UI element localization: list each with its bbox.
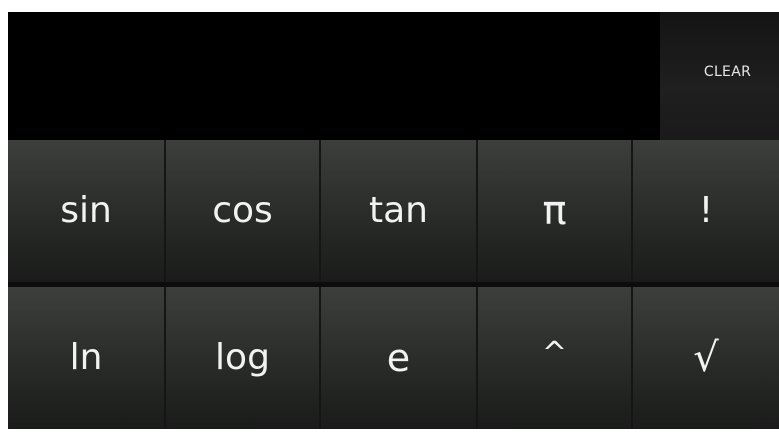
power-key[interactable]: ^ [478,287,633,429]
e-key[interactable]: e [321,287,478,429]
ln-key[interactable]: ln [8,287,166,429]
display-area: CLEAR [8,12,779,140]
sin-key-label: sin [60,190,112,231]
e-key-label: e [386,336,411,380]
square-root-key-label: √ [693,335,719,381]
clear-button[interactable]: CLEAR [660,12,779,140]
log-key[interactable]: log [166,287,321,429]
pi-key-label: π [542,188,567,234]
tan-key[interactable]: tan [321,140,478,282]
power-key-label: ^ [541,336,568,371]
pi-key[interactable]: π [478,140,633,282]
square-root-key[interactable]: √ [633,287,779,429]
keypad-row-1: sin cos tan π ! [8,140,779,282]
keypad-row-2: ln log e ^ √ [8,287,779,429]
ln-key-label: ln [69,337,103,378]
clear-button-label: CLEAR [703,64,752,80]
cos-key-label: cos [212,190,273,231]
factorial-key-label: ! [698,190,714,231]
factorial-key[interactable]: ! [633,140,779,282]
function-keypad: sin cos tan π ! ln log e ^ √ [8,140,779,429]
sin-key[interactable]: sin [8,140,166,282]
cos-key[interactable]: cos [166,140,321,282]
calculator-advanced-panel: CLEAR sin cos tan π ! ln log e ^ √ [8,12,779,429]
tan-key-label: tan [369,190,428,231]
log-key-label: log [215,337,270,378]
